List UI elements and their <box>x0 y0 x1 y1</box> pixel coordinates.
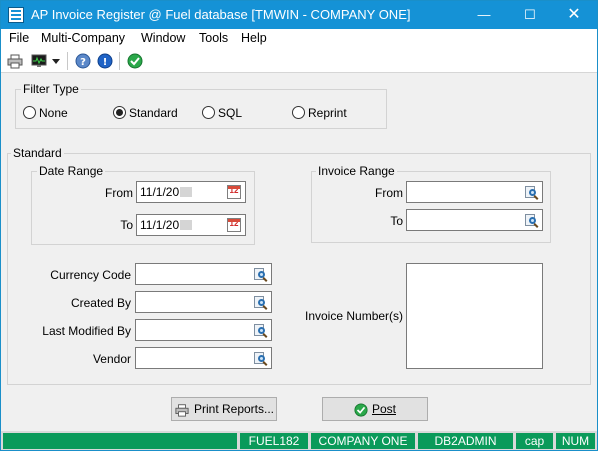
lookup-icon[interactable] <box>253 351 268 366</box>
invoice-from-label: From <box>375 186 403 200</box>
status-segment-blank <box>3 433 237 449</box>
help-icon[interactable]: ? <box>75 53 91 69</box>
date-to-label: To <box>120 218 133 232</box>
checkmark-icon <box>354 403 368 417</box>
lookup-icon[interactable] <box>253 295 268 310</box>
print-reports-button[interactable]: Print Reports... <box>171 397 277 421</box>
radio-sql-label[interactable]: SQL <box>218 106 242 120</box>
status-caps: cap <box>516 433 553 449</box>
menu-file[interactable]: File <box>9 31 29 45</box>
app-window: AP Invoice Register @ Fuel database [TMW… <box>0 0 598 451</box>
invoice-to-label: To <box>390 214 403 228</box>
date-range-label: Date Range <box>37 164 106 178</box>
minimize-button[interactable]: — <box>461 1 507 29</box>
invoice-numbers-label: Invoice Number(s) <box>305 309 404 323</box>
menu-multi-company[interactable]: Multi-Company <box>41 31 125 45</box>
post-label: Post <box>371 402 396 416</box>
currency-code-label: Currency Code <box>50 268 131 282</box>
last-modified-by-label: Last Modified By <box>42 324 131 338</box>
calendar-icon[interactable]: 12 <box>227 218 241 232</box>
window-title: AP Invoice Register @ Fuel database [TMW… <box>31 7 411 22</box>
vendor-field[interactable] <box>135 347 272 369</box>
calendar-icon[interactable]: 12 <box>227 185 241 199</box>
menu-tools[interactable]: Tools <box>199 31 228 45</box>
app-icon <box>8 7 24 23</box>
menu-bar: File Multi-Company Window Tools Help <box>1 29 597 49</box>
lookup-icon[interactable] <box>524 213 539 228</box>
date-from-redacted <box>180 187 192 197</box>
monitor-icon[interactable] <box>31 53 47 69</box>
lookup-icon[interactable] <box>253 323 268 338</box>
date-to-value: 11/1/20 <box>140 218 180 232</box>
menu-window[interactable]: Window <box>141 31 185 45</box>
date-to-redacted <box>180 220 192 230</box>
radio-standard-label[interactable]: Standard <box>129 106 178 120</box>
radio-none-label[interactable]: None <box>39 106 68 120</box>
toolbar-separator <box>67 52 68 70</box>
menu-help[interactable]: Help <box>241 31 267 45</box>
status-company: COMPANY ONE <box>311 433 415 449</box>
lookup-icon[interactable] <box>524 185 539 200</box>
radio-none[interactable] <box>23 106 36 119</box>
printer-icon <box>175 404 189 417</box>
title-bar[interactable]: AP Invoice Register @ Fuel database [TMW… <box>1 1 597 29</box>
currency-code-field[interactable] <box>135 263 272 285</box>
status-num: NUM <box>556 433 595 449</box>
maximize-button[interactable]: ☐ <box>507 1 553 29</box>
toolbar: ? ! <box>1 49 597 73</box>
invoice-range-label: Invoice Range <box>316 164 397 178</box>
post-button[interactable]: Post <box>322 397 428 421</box>
dropdown-arrow-icon[interactable] <box>51 53 61 69</box>
status-bar: FUEL182 COMPANY ONE DB2ADMIN cap NUM <box>1 431 597 450</box>
radio-sql[interactable] <box>202 106 215 119</box>
radio-reprint[interactable] <box>292 106 305 119</box>
printer-icon[interactable] <box>7 53 23 69</box>
close-button[interactable]: ✕ <box>551 1 597 29</box>
vendor-label: Vendor <box>92 352 131 366</box>
status-user: DB2ADMIN <box>418 433 513 449</box>
invoice-numbers-listbox[interactable] <box>406 263 543 369</box>
svg-text:?: ? <box>80 57 86 68</box>
date-from-label: From <box>105 186 133 200</box>
radio-standard[interactable] <box>113 106 126 119</box>
checkmark-icon[interactable] <box>127 53 143 69</box>
last-modified-by-field[interactable] <box>135 319 272 341</box>
lookup-icon[interactable] <box>253 267 268 282</box>
svg-text:!: ! <box>103 57 108 68</box>
created-by-label: Created By <box>70 296 131 310</box>
info-icon[interactable]: ! <box>97 53 113 69</box>
print-reports-label: Print Reports... <box>193 402 275 416</box>
date-to-field[interactable]: 11/1/20 12 <box>136 214 246 236</box>
date-from-value: 11/1/20 <box>140 185 180 199</box>
standard-label: Standard <box>11 146 64 160</box>
filter-type-label: Filter Type <box>21 82 81 96</box>
date-from-field[interactable]: 11/1/20 12 <box>136 181 246 203</box>
invoice-from-field[interactable] <box>406 181 543 203</box>
status-database: FUEL182 <box>240 433 308 449</box>
toolbar-separator <box>119 52 120 70</box>
radio-reprint-label[interactable]: Reprint <box>308 106 347 120</box>
invoice-to-field[interactable] <box>406 209 543 231</box>
created-by-field[interactable] <box>135 291 272 313</box>
